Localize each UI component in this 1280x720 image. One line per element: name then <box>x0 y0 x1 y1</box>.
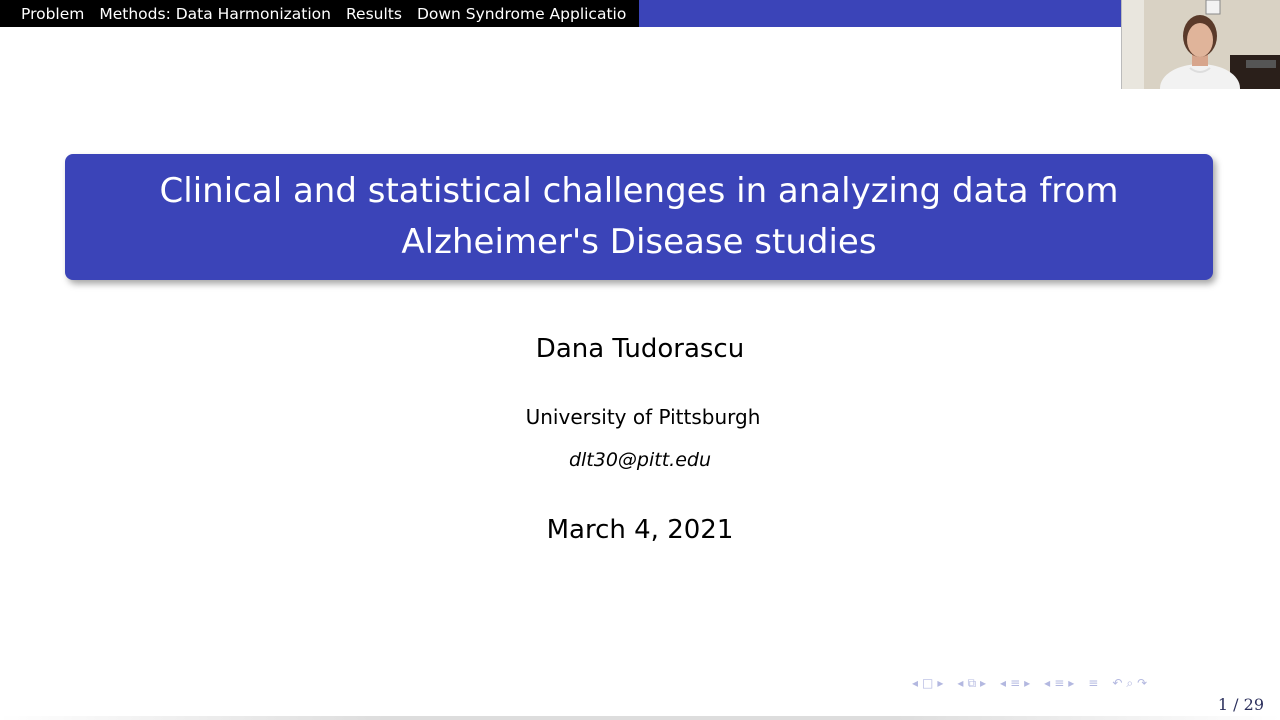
author-email[interactable]: dlt30@pitt.edu <box>0 449 1280 471</box>
slide-title: Clinical and statistical challenges in a… <box>149 166 1129 268</box>
page-number: 1 / 29 <box>1217 695 1264 714</box>
section-icon[interactable]: ≡ <box>1054 676 1064 690</box>
slide-title-line-2: Alzheimer's Disease studies <box>401 222 877 262</box>
next-slide-icon[interactable]: ▸ <box>937 676 943 690</box>
webcam-thumbnail <box>1121 0 1280 89</box>
outline-icon[interactable]: ≡ <box>1088 676 1098 690</box>
next-frame-icon[interactable]: ▸ <box>980 676 986 690</box>
subsection-icon[interactable]: ≡ <box>1010 676 1020 690</box>
slide-icon[interactable]: □ <box>922 676 933 690</box>
section-nav: Problem Methods: Data Harmonization Resu… <box>0 0 639 27</box>
prev-slide-icon[interactable]: ◂ <box>912 676 918 690</box>
title-block: Clinical and statistical challenges in a… <box>65 154 1213 280</box>
webcam-image <box>1122 0 1280 89</box>
prev-frame-icon[interactable]: ◂ <box>957 676 963 690</box>
nav-item-down-syndrome[interactable]: Down Syndrome Applicatio <box>417 5 626 23</box>
next-section-icon[interactable]: ▸ <box>1068 676 1074 690</box>
presentation-date: March 4, 2021 <box>546 515 734 545</box>
prev-subsection-icon[interactable]: ◂ <box>1000 676 1006 690</box>
forward-icon[interactable]: ↷ <box>1137 676 1147 690</box>
beamer-navigation-symbols: ◂ □ ▸ ◂ ⧉ ▸ ◂ ≡ ▸ ◂ ≡ ▸ ≡ ↶ ⌕ ↷ <box>912 674 1151 692</box>
institute: University of Pittsburgh <box>525 405 761 429</box>
bottom-divider <box>0 716 1280 720</box>
prev-section-icon[interactable]: ◂ <box>1044 676 1050 690</box>
nav-item-results[interactable]: Results <box>346 5 402 23</box>
top-navigation-bar: Problem Methods: Data Harmonization Resu… <box>0 0 1280 27</box>
nav-item-methods[interactable]: Methods: Data Harmonization <box>99 5 331 23</box>
nav-item-problem[interactable]: Problem <box>21 5 84 23</box>
author-name: Dana Tudorascu <box>535 334 745 364</box>
slide-title-line-1: Clinical and statistical challenges in a… <box>159 171 1119 211</box>
back-icon[interactable]: ↶ <box>1112 676 1122 690</box>
next-subsection-icon[interactable]: ▸ <box>1024 676 1030 690</box>
frame-icon[interactable]: ⧉ <box>967 676 976 691</box>
search-icon[interactable]: ⌕ <box>1126 676 1133 691</box>
